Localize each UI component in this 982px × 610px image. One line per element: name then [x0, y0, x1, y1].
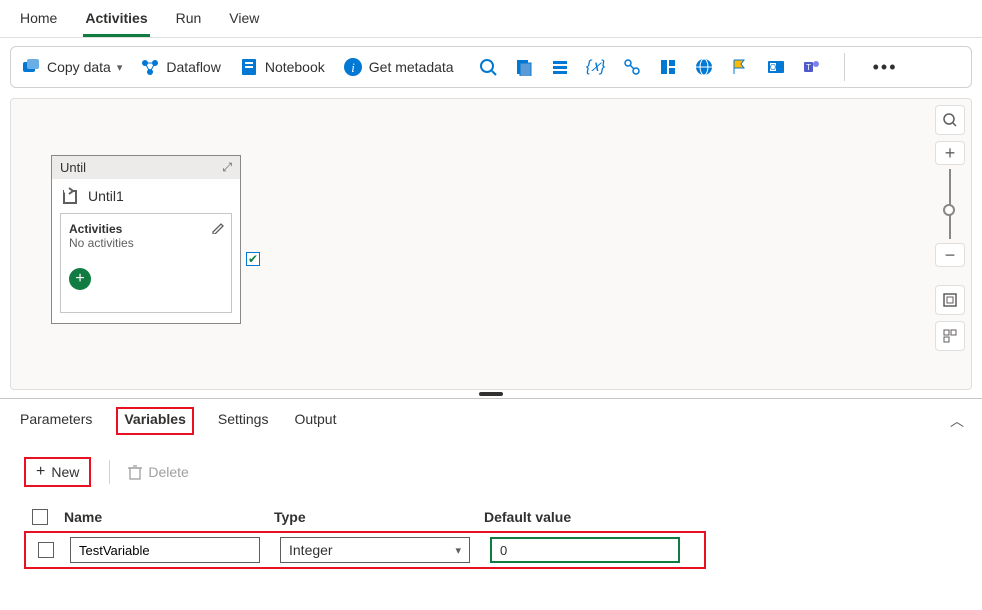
variable-default-input[interactable]: 0 [490, 537, 680, 563]
new-label: New [51, 464, 79, 480]
activities-label: Activities [69, 222, 223, 236]
copy-data-icon [21, 57, 41, 77]
chevron-down-icon: ▾ [455, 544, 461, 557]
until-icon [62, 187, 80, 205]
zoom-handle[interactable] [943, 204, 955, 216]
globe-icon[interactable] [694, 57, 714, 77]
delete-label: Delete [148, 464, 188, 480]
get-metadata-label: Get metadata [369, 59, 454, 75]
collapse-icon[interactable]: ⤢ [222, 160, 232, 175]
variable-name-input[interactable] [70, 537, 260, 563]
dataflow-icon [140, 57, 160, 77]
col-type: Type [274, 509, 484, 525]
variable-row: Integer ▾ 0 [30, 537, 700, 563]
variable-x-icon[interactable]: {𝑥} [586, 57, 606, 77]
outlook-icon[interactable]: O [766, 57, 786, 77]
toolbar-overflow-button[interactable]: ••• [867, 57, 904, 78]
dataflow-label: Dataflow [166, 59, 220, 75]
trash-icon [128, 464, 142, 480]
copy-data-label: Copy data [47, 59, 111, 75]
panel-splitter[interactable] [10, 390, 972, 398]
flag-icon[interactable] [730, 57, 750, 77]
teams-icon[interactable]: T [802, 57, 822, 77]
template-icon[interactable] [658, 57, 678, 77]
svg-text:O: O [769, 63, 775, 72]
fit-to-screen-button[interactable] [935, 285, 965, 315]
col-name: Name [64, 509, 274, 525]
plus-icon: + [36, 463, 45, 481]
notebook-label: Notebook [265, 59, 325, 75]
variable-type-select[interactable]: Integer ▾ [280, 537, 470, 563]
row-checkbox[interactable] [38, 542, 54, 558]
notebook-icon [239, 57, 259, 77]
tab-view[interactable]: View [227, 6, 261, 37]
pipeline-canvas[interactable]: Until ⤢ Until1 Activities No activities … [10, 98, 972, 390]
canvas-search-button[interactable] [935, 105, 965, 135]
list-icon[interactable] [550, 57, 570, 77]
pipeline-icon[interactable] [622, 57, 642, 77]
script-icon[interactable] [514, 57, 534, 77]
tab-run[interactable]: Run [174, 6, 204, 37]
panel-tab-output[interactable]: Output [292, 407, 338, 435]
panel-tab-parameters[interactable]: Parameters [18, 407, 94, 435]
panel-collapse-button[interactable]: ︿ [950, 411, 964, 431]
activities-toolbar: Copy data ▾ Dataflow Notebook i Get meta… [10, 46, 972, 88]
panel-tab-settings[interactable]: Settings [216, 407, 271, 435]
dataflow-button[interactable]: Dataflow [140, 57, 220, 77]
search-icon[interactable] [478, 57, 498, 77]
tab-activities[interactable]: Activities [83, 6, 149, 37]
info-icon: i [343, 57, 363, 77]
svg-text:i: i [351, 60, 355, 75]
zoom-out-button[interactable]: − [935, 243, 965, 267]
toolbar-separator [844, 53, 845, 81]
no-activities-label: No activities [69, 236, 223, 250]
until-activity-node[interactable]: Until ⤢ Until1 Activities No activities … [51, 155, 241, 324]
chevron-down-icon: ▾ [117, 61, 123, 74]
svg-text:T: T [806, 63, 811, 72]
auto-align-button[interactable] [935, 321, 965, 351]
activity-type-label: Until [60, 160, 86, 175]
get-metadata-button[interactable]: i Get metadata [343, 57, 454, 77]
copy-data-button[interactable]: Copy data ▾ [21, 57, 122, 77]
select-all-checkbox[interactable] [32, 509, 48, 525]
variable-type-value: Integer [289, 542, 333, 558]
col-default: Default value [484, 509, 694, 525]
action-separator [109, 460, 110, 484]
add-activity-button[interactable]: + [69, 268, 91, 290]
notebook-button[interactable]: Notebook [239, 57, 325, 77]
zoom-slider[interactable] [949, 169, 951, 239]
activity-name: Until1 [88, 188, 124, 204]
edit-icon[interactable] [211, 220, 225, 234]
new-variable-button[interactable]: + New [24, 457, 91, 487]
delete-variable-button[interactable]: Delete [128, 464, 188, 480]
tab-home[interactable]: Home [18, 6, 59, 37]
zoom-in-button[interactable]: + [935, 141, 965, 165]
panel-tab-variables[interactable]: Variables [116, 407, 194, 435]
node-success-checkbox[interactable]: ✔ [246, 252, 260, 266]
